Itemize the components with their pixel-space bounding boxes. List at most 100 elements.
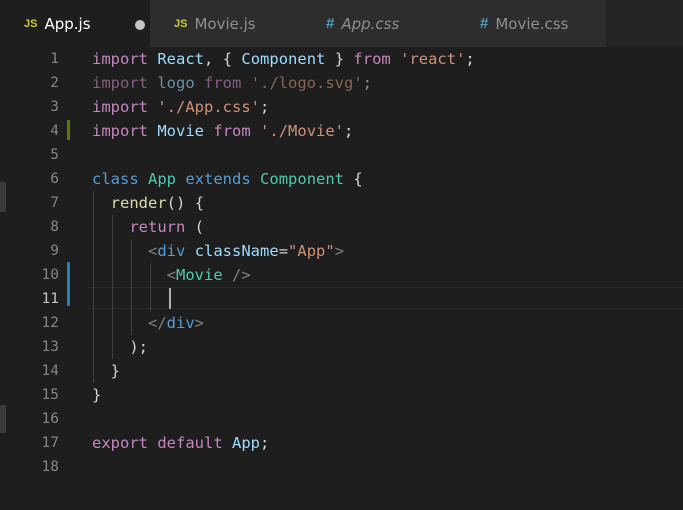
unsaved-changes-dot-icon[interactable] xyxy=(135,20,145,30)
punctuation-token: } xyxy=(110,362,121,380)
css-file-icon: # xyxy=(480,15,489,32)
line-number: 13 xyxy=(41,339,59,355)
code-line: import React, { Component } from 'react'… xyxy=(92,47,475,71)
function-token: render xyxy=(110,194,167,212)
keyword-token: from xyxy=(213,122,251,140)
keyword-token: from xyxy=(204,74,242,92)
code-line: export default App; xyxy=(92,431,269,455)
punctuation-token: ; xyxy=(465,50,475,68)
tab-label: App.js xyxy=(44,14,91,33)
tab-app-js[interactable]: JS App.js xyxy=(0,0,157,47)
keyword-token: from xyxy=(353,50,391,68)
javascript-file-icon: JS xyxy=(174,17,188,30)
line-number: 5 xyxy=(50,147,59,163)
line-number: 8 xyxy=(50,219,59,235)
line-number: 10 xyxy=(41,267,59,283)
added-lines-indicator xyxy=(67,262,70,306)
code-line: ); xyxy=(92,335,148,359)
keyword-token: import xyxy=(92,98,148,116)
keyword-token: return xyxy=(129,218,186,236)
punctuation-token: () xyxy=(166,194,186,212)
tag-bracket-token: /> xyxy=(232,266,251,284)
line-number: 9 xyxy=(50,243,59,259)
tag-bracket-token: > xyxy=(334,242,345,260)
tab-app-css[interactable]: # App.css xyxy=(302,0,456,47)
class-name-token: App xyxy=(148,170,177,188)
code-line: import './App.css'; xyxy=(92,95,269,119)
component-name-token: Movie xyxy=(176,266,223,284)
identifier-token: Movie xyxy=(157,122,205,140)
keyword-token: default xyxy=(157,434,223,452)
current-line-highlight xyxy=(88,287,683,309)
code-line: } xyxy=(92,383,101,407)
punctuation-token: , xyxy=(204,50,214,68)
identifier-token: logo xyxy=(157,74,195,92)
line-number: 15 xyxy=(41,387,59,403)
code-line: render() { xyxy=(92,191,204,215)
punctuation-token: ; xyxy=(362,74,373,92)
punctuation-token: ); xyxy=(129,338,148,356)
punctuation-token: } xyxy=(334,50,345,68)
attribute-token: className xyxy=(194,242,279,260)
gutter-scroll-marker xyxy=(0,405,6,433)
punctuation-token: ; xyxy=(260,434,270,452)
keyword-token: export xyxy=(92,434,148,452)
line-number: 3 xyxy=(50,99,59,115)
code-line: import Movie from './Movie'; xyxy=(92,119,353,143)
gutter-scroll-marker xyxy=(0,182,6,212)
line-number: 14 xyxy=(41,363,59,379)
string-token: './Movie' xyxy=(260,122,345,140)
code-line: class App extends Component { xyxy=(92,167,363,191)
identifier-token: React xyxy=(157,50,205,68)
string-token: './App.css' xyxy=(157,98,260,116)
line-number: 16 xyxy=(41,411,59,427)
tab-movie-js[interactable]: JS Movie.js xyxy=(150,0,308,47)
line-number: 7 xyxy=(50,195,59,211)
string-token: "App" xyxy=(288,242,335,260)
modified-line-indicator xyxy=(67,120,70,140)
identifier-token: App xyxy=(232,434,261,452)
line-number: 2 xyxy=(50,75,59,91)
tab-movie-css[interactable]: # Movie.css xyxy=(456,0,606,47)
tag-name-token: div xyxy=(157,242,186,260)
text-cursor xyxy=(169,288,171,309)
code-line-unused: import logo from './logo.svg'; xyxy=(92,71,372,95)
line-number: 6 xyxy=(50,171,59,187)
line-number-current: 11 xyxy=(41,291,59,307)
tag-bracket-token: > xyxy=(194,314,205,332)
keyword-token: class xyxy=(92,170,139,188)
class-name-token: Component xyxy=(260,170,345,188)
code-line: </div> xyxy=(92,311,204,335)
punctuation-token: { xyxy=(194,194,205,212)
line-number: 4 xyxy=(50,123,59,139)
tag-bracket-token: </ xyxy=(148,314,167,332)
tag-bracket-token: < xyxy=(166,266,176,284)
keyword-token: extends xyxy=(185,170,251,188)
editor-tab-bar: JS App.js JS Movie.js # App.css # Movie.… xyxy=(0,0,683,47)
code-line: <Movie /> xyxy=(92,263,251,287)
keyword-token: import xyxy=(92,122,148,140)
punctuation-token: ; xyxy=(344,122,354,140)
code-line: return ( xyxy=(92,215,204,239)
line-number: 17 xyxy=(41,435,59,451)
code-line: <div className="App"> xyxy=(92,239,344,263)
tab-label: App.css xyxy=(341,14,400,33)
punctuation-token: } xyxy=(92,386,102,404)
tag-name-token: div xyxy=(166,314,195,332)
tab-label: Movie.js xyxy=(194,14,256,33)
punctuation-token: { xyxy=(222,50,233,68)
punctuation-token: ( xyxy=(194,218,205,236)
punctuation-token: { xyxy=(353,170,363,188)
keyword-token: import xyxy=(92,74,148,92)
punctuation-token: ; xyxy=(260,98,270,116)
tab-label: Movie.css xyxy=(495,14,569,33)
javascript-file-icon: JS xyxy=(24,17,38,30)
string-token: 'react' xyxy=(400,50,466,68)
tag-bracket-token: < xyxy=(148,242,158,260)
identifier-token: Component xyxy=(241,50,326,68)
code-line: } xyxy=(92,359,120,383)
line-number: 1 xyxy=(50,51,59,67)
code-editor[interactable]: 1 2 3 4 5 6 7 8 9 10 11 12 13 14 15 16 1… xyxy=(0,47,683,510)
punctuation-token: = xyxy=(278,242,289,260)
line-number: 12 xyxy=(41,315,59,331)
